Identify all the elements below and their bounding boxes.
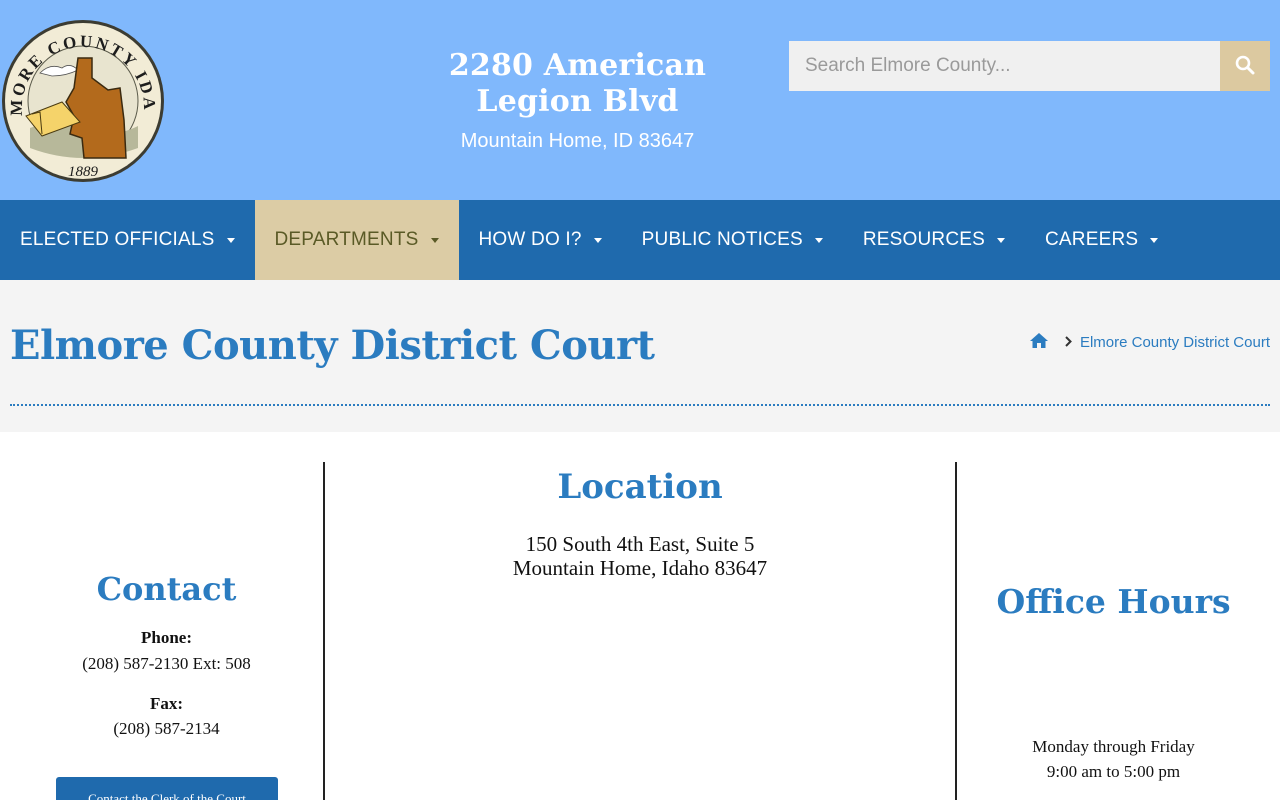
caret-down-icon bbox=[593, 237, 602, 243]
nav-departments[interactable]: DEPARTMENTS bbox=[254, 200, 459, 280]
nav-label: CAREERS bbox=[1044, 229, 1139, 250]
nav-elected-officials[interactable]: ELECTED OFFICIALS bbox=[0, 200, 255, 280]
county-seal-logo[interactable]: ELMORE COUNTY IDAHO 1889 bbox=[0, 3, 166, 184]
fax-label: Fax: bbox=[149, 694, 184, 713]
chevron-right-icon bbox=[1065, 334, 1072, 351]
nav-label: ELECTED OFFICIALS bbox=[20, 229, 215, 250]
contact-clerk-button[interactable]: Contact the Clerk of the Court bbox=[56, 777, 278, 800]
page-title: Elmore County District Court bbox=[10, 322, 655, 369]
nav-public-notices[interactable]: PUBLIC NOTICES bbox=[622, 200, 843, 280]
home-icon[interactable] bbox=[1029, 332, 1049, 353]
location-line2: Mountain Home, Idaho 83647 bbox=[512, 556, 768, 580]
contact-heading: Contact bbox=[96, 570, 237, 608]
caret-down-icon bbox=[430, 237, 439, 243]
nav-careers[interactable]: CAREERS bbox=[1025, 200, 1178, 280]
nav-label: HOW DO I? bbox=[478, 229, 582, 250]
caret-down-icon bbox=[996, 237, 1005, 243]
caret-down-icon bbox=[226, 237, 235, 243]
office-hours-days: Monday through Friday bbox=[1032, 737, 1195, 756]
nav-label: PUBLIC NOTICES bbox=[641, 229, 803, 250]
search-icon bbox=[1235, 55, 1255, 78]
address-street: 2280 American Legion Blvd bbox=[448, 48, 707, 119]
nav-label: RESOURCES bbox=[862, 229, 985, 250]
office-hours-times: 9:00 am to 5:00 pm bbox=[1046, 762, 1181, 781]
phone-label: Phone: bbox=[141, 628, 192, 647]
address-city: Mountain Home, ID 83647 bbox=[460, 130, 695, 152]
nav-resources[interactable]: RESOURCES bbox=[843, 200, 1025, 280]
seal-year: 1889 bbox=[68, 164, 99, 180]
header-address: 2280 American Legion Blvd Mountain Home,… bbox=[395, 48, 760, 153]
title-divider bbox=[10, 404, 1270, 406]
caret-down-icon bbox=[814, 237, 823, 243]
nav-label: DEPARTMENTS bbox=[274, 229, 419, 250]
phone-number[interactable]: (208) 587-2130 Ext: 508 bbox=[0, 654, 333, 674]
location-heading: Location bbox=[557, 467, 723, 507]
office-hours-heading: Office Hours bbox=[996, 582, 1231, 621]
breadcrumb-current[interactable]: Elmore County District Court bbox=[1080, 334, 1270, 351]
page-title-bar: Elmore County District Court Elmore Coun… bbox=[0, 280, 1280, 432]
fax-number: (208) 587-2134 bbox=[113, 719, 220, 738]
breadcrumb: Elmore County District Court bbox=[1029, 332, 1270, 353]
main-nav: ELECTED OFFICIALS DEPARTMENTS HOW DO I? … bbox=[0, 200, 1280, 280]
search-button[interactable] bbox=[1220, 41, 1270, 91]
location-line1: 150 South 4th East, Suite 5 bbox=[525, 532, 755, 556]
search-input[interactable] bbox=[789, 41, 1221, 91]
nav-how-do-i[interactable]: HOW DO I? bbox=[459, 200, 622, 280]
site-header: ELMORE COUNTY IDAHO 1889 2280 American L… bbox=[0, 0, 1280, 200]
caret-down-icon bbox=[1150, 237, 1159, 243]
